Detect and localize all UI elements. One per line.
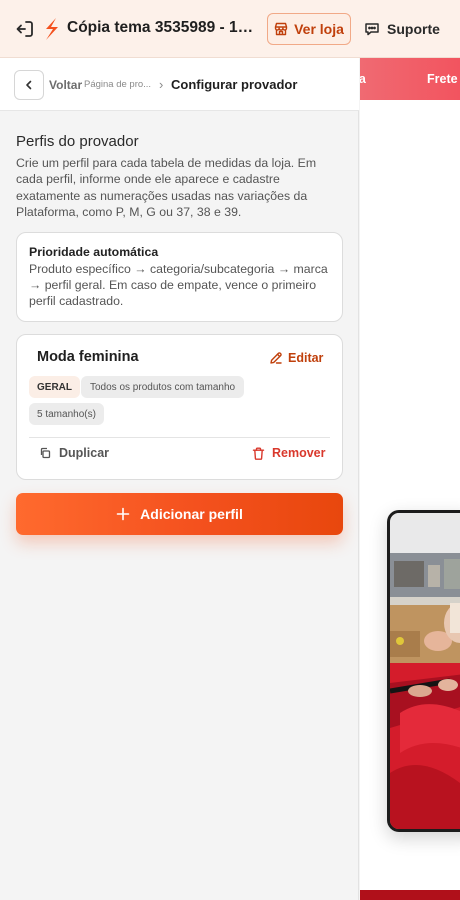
plus-icon (116, 507, 130, 521)
back-button[interactable] (14, 70, 44, 100)
profile-card: Moda feminina Editar GERAL Todos os prod… (16, 334, 343, 480)
card-divider (29, 437, 330, 438)
profile-sizes-badge: 5 tamanho(s) (29, 403, 104, 425)
promo-text-1: ra (360, 72, 366, 86)
priority-title: Prioridade automática (29, 245, 159, 259)
breadcrumb-separator: › (159, 77, 164, 92)
pencil-icon (270, 352, 282, 364)
promo-text-2: Frete (427, 72, 458, 86)
store-title: Cópia tema 3535989 - 14/0... (67, 19, 259, 36)
remove-label: Remover (272, 446, 326, 460)
exit-icon[interactable] (14, 18, 36, 40)
store-icon (274, 22, 288, 36)
add-profile-label: Adicionar perfil (140, 506, 243, 522)
chat-icon (365, 23, 379, 36)
phone-mockup (387, 510, 460, 832)
profile-name: Moda feminina (37, 349, 139, 365)
edit-profile-button[interactable]: Editar (269, 351, 323, 365)
breadcrumb-parent-link[interactable]: Página de pro... (84, 79, 156, 90)
preview-photo (390, 513, 460, 829)
breadcrumb-current: Configurar provador (171, 77, 298, 92)
ver-loja-label: Ver loja (294, 21, 344, 37)
priority-info-card: Prioridade automática Produto específico… (16, 232, 343, 322)
edit-label: Editar (288, 351, 324, 365)
store-preview: ra Frete (360, 58, 460, 900)
settings-panel: Voltar Página de pro... › Configurar pro… (0, 58, 359, 900)
profile-scope-badge: Todos os produtos com tamanho (81, 376, 245, 398)
promo-banner: ra Frete (360, 58, 460, 100)
duplicate-profile-button[interactable]: Duplicar (39, 446, 109, 460)
suporte-button[interactable]: Suporte (364, 13, 440, 45)
ver-loja-button[interactable]: Ver loja (267, 13, 351, 45)
chevron-left-icon (26, 80, 32, 90)
duplicate-label: Duplicar (59, 446, 110, 460)
page-title: Perfis do provador (16, 133, 139, 150)
top-bar: Cópia tema 3535989 - 14/0... Ver loja Su… (0, 0, 460, 58)
remove-profile-button[interactable]: Remover (252, 446, 326, 460)
profile-type-badge: GERAL (29, 376, 80, 398)
brand-logo (46, 18, 58, 40)
priority-text: Produto específico → categoria/subcatego… (29, 262, 328, 308)
breadcrumb: Voltar Página de pro... › Configurar pro… (0, 58, 359, 111)
add-profile-button[interactable]: Adicionar perfil (16, 493, 343, 535)
footer-strip (360, 890, 460, 900)
breadcrumb-back-link[interactable]: Voltar (49, 78, 82, 92)
page-description: Crie um perfil para cada tabela de medid… (16, 156, 317, 219)
copy-icon (40, 447, 51, 459)
trash-icon (252, 447, 265, 460)
suporte-label: Suporte (387, 21, 440, 37)
